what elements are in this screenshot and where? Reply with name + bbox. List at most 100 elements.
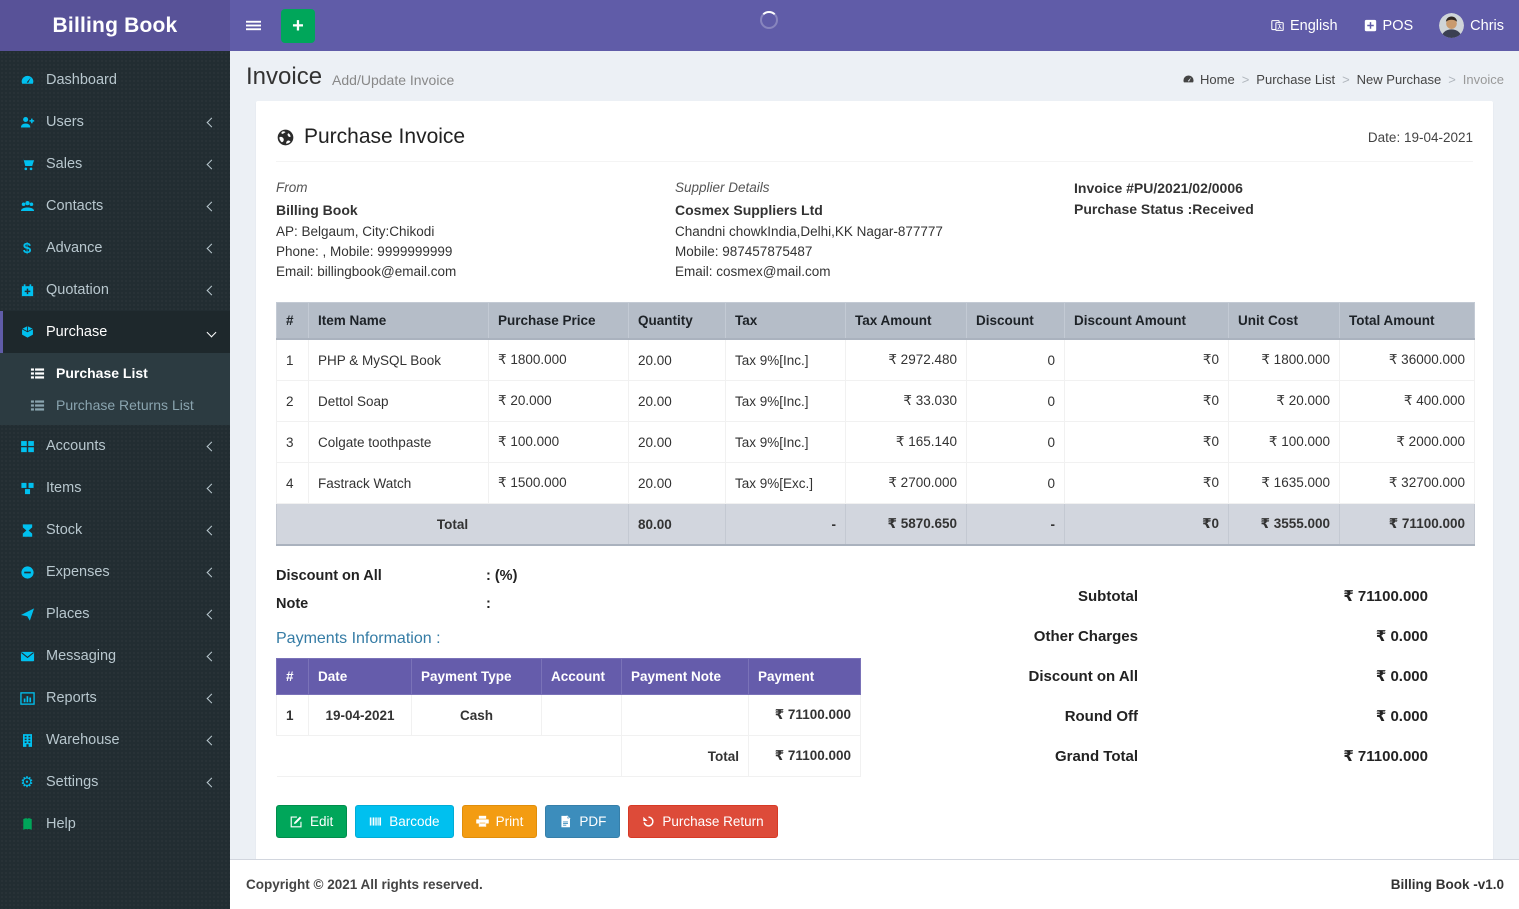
sidebar-item-messaging[interactable]: Messaging	[0, 635, 230, 677]
sidebar-item-items[interactable]: Items	[0, 467, 230, 509]
summary-value: ₹ 0.000	[1375, 708, 1428, 725]
list-icon	[28, 398, 46, 413]
sidebar-item-purchase-returns-list[interactable]: Purchase Returns List	[0, 389, 230, 421]
envelope-icon	[18, 649, 36, 664]
sidebar: Dashboard Users Sales Contacts $ Advance	[0, 51, 230, 909]
cell-tax-amount: ₹ 2700.000	[845, 462, 967, 504]
sidebar-item-help[interactable]: Help	[0, 803, 230, 845]
sidebar-item-expenses[interactable]: Expenses	[0, 551, 230, 593]
items-table: # Item Name Purchase Price Quantity Tax …	[276, 302, 1475, 546]
cell-total-amount: ₹ 32700.000	[1339, 462, 1475, 504]
col-header: Unit Cost	[1228, 302, 1340, 340]
from-email: Email: billingbook@email.com	[276, 264, 457, 279]
col-header: #	[276, 302, 309, 340]
cell-tax: Tax 9%[Exc.]	[725, 462, 846, 504]
submenu-item-label: Purchase List	[56, 365, 148, 381]
total-discount: -	[966, 503, 1065, 546]
pdf-button[interactable]: PDF	[545, 805, 621, 838]
sidebar-toggle-button[interactable]	[230, 0, 277, 51]
home-icon	[1183, 75, 1194, 83]
sidebar-item-contacts[interactable]: Contacts	[0, 185, 230, 227]
content-main: Purchase Invoice Date: 19-04-2021 From B…	[230, 101, 1519, 859]
from-title: From	[276, 180, 308, 195]
sidebar-item-settings[interactable]: ⚙ Settings	[0, 761, 230, 803]
sidebar-item-stock[interactable]: Stock	[0, 509, 230, 551]
sidebar-item-label: Settings	[46, 774, 99, 790]
cubes-icon	[18, 481, 36, 496]
cell-index: 4	[276, 462, 309, 504]
cell-index: 1	[276, 694, 309, 736]
summary-label: Grand Total	[1054, 747, 1138, 765]
sidebar-item-warehouse[interactable]: Warehouse	[0, 719, 230, 761]
app-logo[interactable]: Billing Book	[0, 0, 230, 51]
edit-button[interactable]: Edit	[276, 805, 348, 838]
purchase-return-button[interactable]: Purchase Return	[628, 805, 778, 838]
sidebar-item-places[interactable]: Places	[0, 593, 230, 635]
cell-item-name: PHP & MySQL Book	[308, 338, 489, 381]
sidebar-item-reports[interactable]: Reports	[0, 677, 230, 719]
col-header: Payment	[748, 658, 861, 695]
add-new-button[interactable]: +	[281, 8, 315, 43]
total-discount-amount: ₹0	[1064, 503, 1229, 546]
discount-on-all-label: Discount on All	[276, 568, 382, 584]
summary-value: ₹ 0.000	[1375, 628, 1428, 645]
pos-button[interactable]: POS	[1364, 18, 1413, 34]
user-menu[interactable]: Chris	[1439, 13, 1504, 38]
sidebar-item-accounts[interactable]: Accounts	[0, 425, 230, 467]
barcode-button[interactable]: Barcode	[355, 805, 454, 838]
table-row: 2 Dettol Soap ₹ 20.000 20.00 Tax 9%[Inc.…	[276, 380, 1475, 422]
cell-discount-amount: ₹0	[1064, 338, 1229, 381]
payments-heading: Payments Information :	[276, 630, 441, 647]
print-button[interactable]: Print	[461, 805, 538, 838]
cell-index: 3	[276, 421, 309, 463]
plus-square-icon	[1364, 19, 1376, 32]
col-header: Tax Amount	[845, 302, 967, 340]
chevron-left-icon	[206, 567, 217, 577]
dollar-icon: $	[22, 239, 32, 257]
sidebar-item-purchase[interactable]: Purchase	[0, 311, 230, 353]
sidebar-item-advance[interactable]: $ Advance	[0, 227, 230, 269]
discount-on-all-value: : (%)	[486, 568, 518, 584]
sidebar-item-quotation[interactable]: Quotation	[0, 269, 230, 311]
summary-value: ₹ 71100.000	[1343, 748, 1428, 765]
cell-purchase-price: ₹ 1800.000	[488, 338, 629, 381]
language-selector[interactable]: English	[1271, 18, 1338, 34]
cell-index: 1	[276, 338, 309, 381]
cell-unit-cost: ₹ 1800.000	[1228, 338, 1340, 381]
col-header: Purchase Price	[488, 302, 629, 340]
cell-tax: Tax 9%[Inc.]	[725, 421, 846, 463]
supplier-email: Email: cosmex@mail.com	[675, 264, 831, 279]
calendar-plus-icon	[18, 283, 36, 298]
total-label: Total	[276, 503, 629, 546]
cell-purchase-price: ₹ 1500.000	[488, 462, 629, 504]
chevron-left-icon	[206, 441, 217, 451]
chevron-left-icon	[206, 483, 217, 493]
cell-tax: Tax 9%[Inc.]	[725, 380, 846, 422]
card-header: Purchase Invoice Date: 19-04-2021	[276, 119, 1473, 162]
breadcrumb-home[interactable]: Home	[1182, 72, 1235, 87]
breadcrumb-new-purchase[interactable]: New Purchase	[1357, 72, 1442, 87]
sidebar-item-dashboard[interactable]: Dashboard	[0, 59, 230, 101]
sidebar-item-sales[interactable]: Sales	[0, 143, 230, 185]
cell-quantity: 20.00	[628, 380, 726, 422]
sidebar-item-purchase-list[interactable]: Purchase List	[0, 357, 230, 389]
invoice-meta-block: Invoice #PU/2021/02/0006 Purchase Status…	[1074, 178, 1473, 282]
breadcrumb-purchase-list[interactable]: Purchase List	[1256, 72, 1335, 87]
hourglass-icon	[18, 523, 36, 538]
cell-unit-cost: ₹ 100.000	[1228, 421, 1340, 463]
from-block: From Billing Book AP: Belgaum, City:Chik…	[276, 178, 675, 282]
sidebar-item-label: Warehouse	[46, 732, 120, 748]
col-header: Quantity	[628, 302, 726, 340]
breadcrumb-current: Invoice	[1462, 72, 1504, 87]
col-header: Discount	[966, 302, 1065, 340]
summary-label: Other Charges	[1033, 627, 1138, 645]
chevron-left-icon	[206, 735, 217, 745]
sidebar-item-users[interactable]: Users	[0, 101, 230, 143]
chevron-left-icon	[206, 201, 217, 211]
list-icon	[28, 366, 46, 381]
col-header: Discount Amount	[1064, 302, 1229, 340]
chevron-left-icon	[206, 159, 217, 169]
supplier-block: Supplier Details Cosmex Suppliers Ltd Ch…	[675, 178, 1074, 282]
language-icon	[1271, 20, 1284, 31]
items-total-row: Total 80.00 - ₹ 5870.650 - ₹0 ₹ 3555.000…	[276, 503, 1475, 546]
